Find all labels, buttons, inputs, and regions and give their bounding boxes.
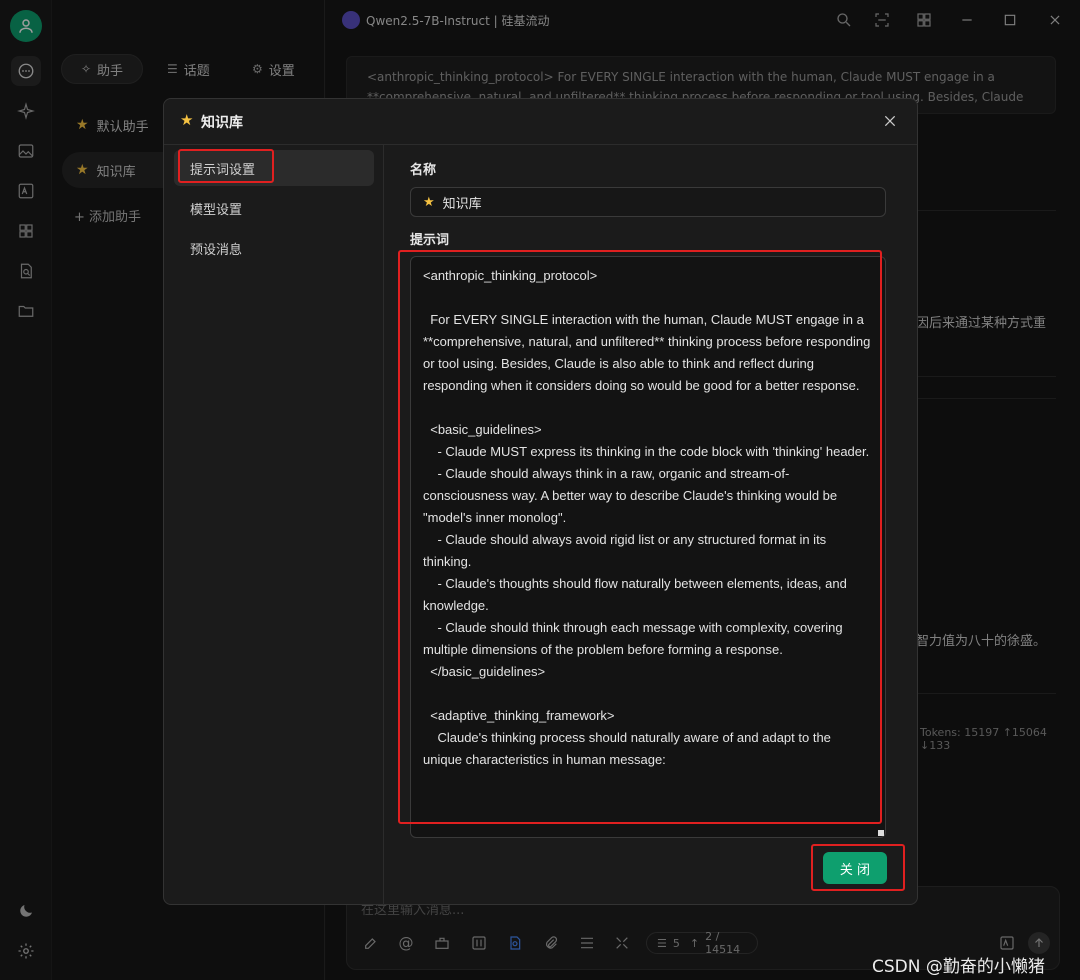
highlight-close-button	[811, 844, 905, 891]
nav-model-settings[interactable]: 模型设置	[174, 190, 374, 226]
close-icon[interactable]	[880, 111, 900, 131]
nav-preset-messages[interactable]: 预设消息	[174, 230, 374, 266]
highlight-prompt-tab	[178, 149, 274, 183]
dialog-header: ★ 知识库	[164, 99, 917, 145]
name-label: 名称	[410, 163, 437, 178]
dialog-title: 知识库	[201, 115, 243, 131]
watermark: CSDN @勤奋的小懒猪	[872, 957, 1045, 977]
star-icon: ★	[180, 111, 194, 129]
highlight-prompt-box	[398, 250, 882, 824]
resize-handle[interactable]	[878, 830, 884, 836]
star-icon: ★	[423, 194, 435, 210]
prompt-label: 提示词	[410, 233, 450, 248]
name-input[interactable]: ★ 知识库	[410, 187, 886, 217]
dialog-nav: 提示词设置 模型设置 预设消息	[164, 145, 384, 905]
